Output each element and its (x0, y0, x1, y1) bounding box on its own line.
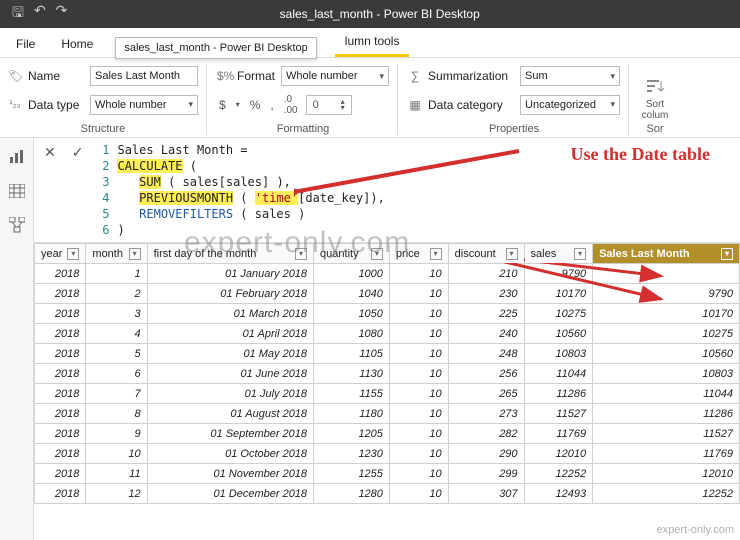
sort-icon[interactable] (645, 77, 665, 97)
group-label-properties: Properties (408, 121, 620, 135)
save-icon[interactable]: 🖫 (12, 2, 24, 26)
group-label-formatting: Formatting (217, 121, 389, 135)
formula-commit-button[interactable]: ✓ (68, 142, 88, 163)
menu-bar: File Home sales_last_month - Power BI De… (0, 28, 740, 58)
table-row[interactable]: 2018701 July 20181155102651128611044 (35, 384, 740, 404)
ribbon-group-formatting: $% Format Whole number▾ $▾ % , .0.00 0▴▾… (217, 64, 398, 135)
menu-file[interactable]: File (12, 31, 39, 57)
formula-code[interactable]: 1Sales Last Month = 2CALCULATE ( 3 SUM (… (95, 142, 384, 238)
col-header[interactable]: first day of the month▾ (147, 244, 313, 264)
table-row[interactable]: 2018301 March 20181050102251027510170 (35, 304, 740, 324)
title-bar: 🖫 ↶ ↷ sales_last_month - Power BI Deskto… (0, 0, 740, 28)
ribbon-group-structure: 🏷 Name Sales Last Month ¹₂₃ Data type Wh… (8, 64, 207, 135)
table-row[interactable]: 20181101 November 2018125510299122521201… (35, 464, 740, 484)
format-icon: $% (217, 69, 231, 83)
model-view-icon[interactable] (7, 216, 27, 234)
format-select[interactable]: Whole number▾ (281, 66, 389, 86)
thousands-button[interactable]: , (268, 98, 275, 112)
sort-label-2: colum (642, 110, 669, 121)
menu-home[interactable]: Home (57, 31, 97, 57)
formula-bar[interactable]: ✕ ✓ 1Sales Last Month = 2CALCULATE ( 3 S… (34, 138, 740, 243)
col-header[interactable]: year▾ (35, 244, 86, 264)
table-row[interactable]: 2018601 June 20181130102561104410803 (35, 364, 740, 384)
datacategory-label: Data category (428, 98, 514, 112)
view-sidebar (0, 138, 34, 540)
table-row[interactable]: 2018101 January 20181000102109790 (35, 264, 740, 284)
decimal-icon: .0.00 (282, 94, 300, 116)
undo-icon[interactable]: ↶ (34, 2, 46, 26)
datatype-label: Data type (28, 98, 84, 112)
datacategory-select[interactable]: Uncategorized▾ (520, 95, 620, 115)
format-label: Format (237, 69, 275, 83)
col-header[interactable]: month▾ (86, 244, 147, 264)
col-header[interactable]: discount▾ (448, 244, 524, 264)
summarization-select[interactable]: Sum▾ (520, 66, 620, 86)
table-row[interactable]: 2018401 April 20181080102401056010275 (35, 324, 740, 344)
col-header[interactable]: quantity▾ (314, 244, 390, 264)
main-area: Use the Date table ✕ ✓ 1Sales Last Month… (34, 138, 740, 540)
col-header[interactable]: sales▾ (524, 244, 593, 264)
group-label-sort: Sor (646, 121, 663, 135)
ribbon-group-properties: ∑ Summarization Sum▾ ▦ Data category Unc… (408, 64, 629, 135)
col-header[interactable]: Sales Last Month▾ (593, 244, 740, 264)
decimals-input[interactable]: 0▴▾ (306, 95, 352, 115)
window-title: sales_last_month - Power BI Desktop (79, 7, 680, 21)
col-header[interactable]: price▾ (389, 244, 448, 264)
data-grid[interactable]: year▾month▾first day of the month▾quanti… (34, 243, 740, 504)
redo-icon[interactable]: ↷ (56, 2, 68, 26)
data-view-icon[interactable] (7, 182, 27, 200)
table-row[interactable]: 2018901 September 2018120510282117691152… (35, 424, 740, 444)
group-label-structure: Structure (8, 121, 198, 135)
sigma-icon: ∑ (408, 69, 422, 83)
table-row[interactable]: 20181201 December 2018128010307124931225… (35, 484, 740, 504)
name-input[interactable]: Sales Last Month (90, 66, 198, 86)
ribbon: 🏷 Name Sales Last Month ¹₂₃ Data type Wh… (0, 58, 740, 138)
table-row[interactable]: 2018501 May 20181105102481080310560 (35, 344, 740, 364)
summarization-label: Summarization (428, 69, 514, 83)
watermark-small: expert-only.com (657, 524, 734, 536)
report-view-icon[interactable] (7, 148, 27, 166)
formula-cancel-button[interactable]: ✕ (40, 142, 60, 163)
table-row[interactable]: 2018201 February 2018104010230101709790 (35, 284, 740, 304)
table-row[interactable]: 20181001 October 20181230102901201011769 (35, 444, 740, 464)
datatype-select[interactable]: Whole number▾ (90, 95, 198, 115)
sort-label-1: Sort (646, 99, 664, 110)
window-tooltip: sales_last_month - Power BI Desktop (115, 37, 316, 59)
table-row[interactable]: 2018801 August 20181180102731152711286 (35, 404, 740, 424)
ribbon-group-sort: Sort colum Sor (639, 64, 679, 135)
category-icon: ▦ (408, 98, 422, 112)
name-label: Name (28, 69, 84, 83)
currency-button[interactable]: $ (217, 98, 228, 112)
tag-icon: 🏷 (8, 69, 22, 83)
tab-column-tools[interactable]: lumn tools (335, 28, 410, 57)
percent-button[interactable]: % (248, 98, 263, 112)
datatype-icon: ¹₂₃ (8, 99, 22, 110)
